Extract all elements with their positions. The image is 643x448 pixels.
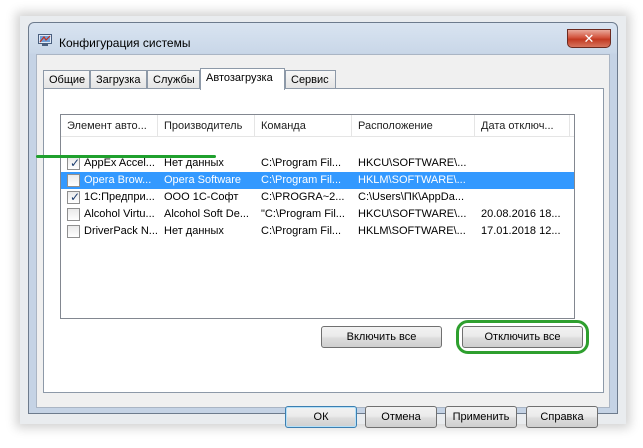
item-name: Opera Brow... bbox=[84, 174, 152, 186]
tab-services[interactable]: Службы bbox=[147, 70, 200, 89]
msconfig-app-icon bbox=[38, 34, 52, 46]
item-vendor: Alcohol Soft De... bbox=[164, 208, 249, 220]
item-vendor: ООО 1С-Софт bbox=[164, 191, 239, 203]
column-header-location[interactable]: Расположение bbox=[352, 115, 475, 137]
startup-item-checkbox[interactable]: ✓ bbox=[67, 190, 81, 204]
startup-item-checkbox[interactable] bbox=[67, 174, 80, 187]
item-disabled-date: 20.08.2016 18... bbox=[481, 208, 561, 220]
item-command: C:\Program Fil... bbox=[261, 225, 342, 237]
enable-all-button[interactable]: Включить все bbox=[321, 326, 442, 348]
list-item[interactable]: ✓ 1С:Предпри... ООО 1С-Софт C:\PROGRA~2.… bbox=[61, 189, 574, 206]
tab-startup[interactable]: Автозагрузка bbox=[200, 68, 285, 90]
window-title: Конфигурация системы bbox=[59, 36, 191, 50]
item-location: C:\Users\ПК\AppDa... bbox=[358, 191, 465, 203]
column-header-disabled-date[interactable]: Дата отключ... bbox=[475, 115, 570, 137]
item-disabled-date bbox=[481, 155, 571, 172]
checkmark-icon: ✓ bbox=[70, 190, 81, 204]
item-command: C:\PROGRA~2... bbox=[261, 191, 345, 203]
tab-boot[interactable]: Загрузка bbox=[90, 70, 147, 89]
help-button[interactable]: Справка bbox=[526, 406, 598, 428]
startup-items-list[interactable]: Элемент авто... Производитель Команда Ра… bbox=[60, 114, 575, 319]
list-item[interactable]: Alcohol Virtu... Alcohol Soft De... "C:\… bbox=[61, 206, 574, 223]
item-location: HKLM\SOFTWARE\... bbox=[358, 225, 466, 237]
list-header: Элемент авто... Производитель Команда Ра… bbox=[61, 115, 574, 137]
item-disabled-date: 17.01.2018 12... bbox=[481, 225, 561, 237]
column-header-vendor[interactable]: Производитель bbox=[158, 115, 255, 137]
item-location: HKCU\SOFTWARE\... bbox=[358, 157, 467, 169]
dialog-client-area: Общие Загрузка Службы Автозагрузка Серви… bbox=[36, 54, 610, 428]
close-button[interactable]: ✕ bbox=[567, 29, 611, 48]
item-disabled-date bbox=[481, 189, 571, 206]
item-command: C:\Program Fil... bbox=[261, 174, 342, 186]
item-vendor: Нет данных bbox=[164, 225, 224, 237]
startup-item-checkbox[interactable] bbox=[67, 225, 80, 238]
startup-item-checkbox[interactable]: ✓ bbox=[67, 156, 81, 170]
title-bar[interactable]: Конфигурация системы ✕ bbox=[29, 23, 617, 53]
item-name: 1С:Предпри... bbox=[84, 191, 155, 203]
ok-button[interactable]: ОК bbox=[285, 406, 357, 428]
item-name: DriverPack N... bbox=[84, 225, 158, 237]
tab-tools[interactable]: Сервис bbox=[285, 70, 336, 89]
item-vendor: Opera Software bbox=[164, 174, 242, 186]
startup-item-checkbox[interactable] bbox=[67, 208, 80, 221]
item-location: HKCU\SOFTWARE\... bbox=[358, 208, 467, 220]
tab-general[interactable]: Общие bbox=[43, 70, 90, 89]
apply-button[interactable]: Применить bbox=[445, 406, 517, 428]
disable-all-highlight-ring bbox=[456, 320, 589, 354]
close-icon: ✕ bbox=[583, 31, 595, 46]
column-header-command[interactable]: Команда bbox=[255, 115, 352, 137]
checkmark-icon: ✓ bbox=[70, 156, 81, 170]
item-command: "C:\Program Fil... bbox=[261, 208, 345, 220]
cancel-button[interactable]: Отмена bbox=[365, 406, 437, 428]
column-header-item[interactable]: Элемент авто... bbox=[61, 115, 158, 137]
annotation-underline bbox=[36, 155, 216, 158]
item-name: Alcohol Virtu... bbox=[84, 208, 155, 220]
system-configuration-window: Конфигурация системы ✕ Общие Загрузка Сл… bbox=[28, 22, 618, 428]
item-disabled-date bbox=[481, 172, 571, 189]
list-item[interactable]: DriverPack N... Нет данных C:\Program Fi… bbox=[61, 223, 574, 240]
startup-tab-panel: Элемент авто... Производитель Команда Ра… bbox=[43, 88, 604, 393]
item-command: C:\Program Fil... bbox=[261, 157, 342, 169]
item-location: HKLM\SOFTWARE\... bbox=[358, 174, 466, 186]
list-item-selected[interactable]: Opera Brow... Opera Software C:\Program … bbox=[61, 172, 574, 189]
